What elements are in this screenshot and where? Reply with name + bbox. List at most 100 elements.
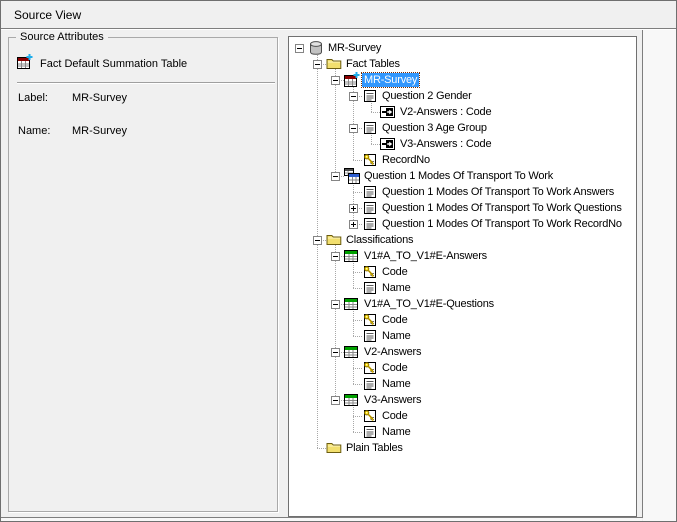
tree-row[interactable]: V2-Answers xyxy=(290,344,635,360)
tree-node-label[interactable]: MR-Survey xyxy=(362,73,419,87)
name-field-value: MR-Survey xyxy=(72,125,127,137)
tree-node-label[interactable]: Plain Tables xyxy=(344,441,405,455)
tree-row[interactable]: MR-Survey xyxy=(290,72,635,88)
tree-node-label[interactable]: V1#A_TO_V1#E-Answers xyxy=(362,249,489,263)
multi-table-icon xyxy=(344,168,360,184)
key-icon xyxy=(362,312,378,328)
list-icon xyxy=(362,280,378,296)
list-icon xyxy=(362,200,378,216)
list-icon xyxy=(362,328,378,344)
tree-node-label[interactable]: Question 2 Gender xyxy=(380,89,474,103)
fact-table-icon xyxy=(17,54,33,70)
list-icon xyxy=(362,184,378,200)
tree-node-label[interactable]: Question 1 Modes Of Transport To Work Qu… xyxy=(380,201,624,215)
list-icon xyxy=(362,216,378,232)
attributes-separator xyxy=(17,82,275,84)
tree-row[interactable]: Classifications xyxy=(290,232,635,248)
tree-row[interactable]: Code xyxy=(290,408,635,424)
expander-minus-icon[interactable] xyxy=(331,300,340,309)
tree-node-label[interactable]: RecordNo xyxy=(380,153,432,167)
tree-node-label[interactable]: Code xyxy=(380,313,410,327)
tree-row[interactable]: V1#A_TO_V1#E-Answers xyxy=(290,248,635,264)
class-table-icon xyxy=(344,344,360,360)
tree-node-label[interactable]: Question 1 Modes Of Transport To Work xyxy=(362,169,555,183)
folder-icon xyxy=(326,56,342,72)
source-attributes-groupbox xyxy=(8,37,278,512)
tree-row[interactable]: MR-Survey xyxy=(290,40,635,56)
expander-minus-icon[interactable] xyxy=(331,348,340,357)
tree-node-label[interactable]: V3-Answers xyxy=(362,393,423,407)
tree-node-label[interactable]: V2-Answers : Code xyxy=(398,105,493,119)
class-table-icon xyxy=(344,296,360,312)
tree-node-label[interactable]: Classifications xyxy=(344,233,415,247)
tree-node-label[interactable]: Name xyxy=(380,329,413,343)
tree-node-label[interactable]: Question 1 Modes Of Transport To Work Re… xyxy=(380,217,624,231)
tree-node-label[interactable]: MR-Survey xyxy=(326,41,383,55)
tree-node-label[interactable]: Question 3 Age Group xyxy=(380,121,489,135)
tree-row[interactable]: V3-Answers : Code xyxy=(290,136,635,152)
right-gutter xyxy=(643,30,676,521)
tree-node-label[interactable]: Question 1 Modes Of Transport To Work An… xyxy=(380,185,616,199)
source-view-window: Source View Source Attributes Fact Defau… xyxy=(0,0,677,522)
tree-row[interactable]: RecordNo xyxy=(290,152,635,168)
expander-minus-icon[interactable] xyxy=(331,252,340,261)
tree-row[interactable]: Question 3 Age Group xyxy=(290,120,635,136)
tree-row[interactable]: Code xyxy=(290,264,635,280)
expander-minus-icon[interactable] xyxy=(295,44,304,53)
class-table-icon xyxy=(344,248,360,264)
tree-node-label[interactable]: Fact Tables xyxy=(344,57,402,71)
tree-row[interactable]: Code xyxy=(290,360,635,376)
tree-node-label[interactable]: Code xyxy=(380,265,410,279)
arrow-into-icon xyxy=(380,104,396,120)
tree-row[interactable]: Plain Tables xyxy=(290,440,635,456)
tree-row[interactable]: Fact Tables xyxy=(290,56,635,72)
source-tree-content[interactable]: MR-Survey Fact Tables MR-Survey Question… xyxy=(290,38,635,515)
expander-minus-icon[interactable] xyxy=(313,236,322,245)
tree-row[interactable]: Name xyxy=(290,328,635,344)
expander-minus-icon[interactable] xyxy=(331,172,340,181)
tree-row[interactable]: Question 1 Modes Of Transport To Work Re… xyxy=(290,216,635,232)
tree-row[interactable]: V2-Answers : Code xyxy=(290,104,635,120)
tree-row[interactable]: Name xyxy=(290,424,635,440)
tree-node-label[interactable]: V1#A_TO_V1#E-Questions xyxy=(362,297,496,311)
tree-row[interactable]: Code xyxy=(290,312,635,328)
tree-row[interactable]: Name xyxy=(290,280,635,296)
tree-row[interactable]: V1#A_TO_V1#E-Questions xyxy=(290,296,635,312)
name-field-caption: Name: xyxy=(18,125,50,137)
tree-node-label[interactable]: V2-Answers xyxy=(362,345,423,359)
key-icon xyxy=(362,360,378,376)
expander-minus-icon[interactable] xyxy=(331,76,340,85)
tree-row[interactable]: Question 1 Modes Of Transport To Work Qu… xyxy=(290,200,635,216)
tree-node-label[interactable]: Name xyxy=(380,425,413,439)
tree-node-label[interactable]: Code xyxy=(380,361,410,375)
folder-icon xyxy=(326,440,342,456)
tree-row[interactable]: Question 2 Gender xyxy=(290,88,635,104)
bottom-gutter xyxy=(1,518,642,521)
list-icon xyxy=(362,424,378,440)
expander-plus-icon[interactable] xyxy=(349,204,358,213)
tree-row[interactable]: Name xyxy=(290,376,635,392)
tree-node-label[interactable]: Name xyxy=(380,377,413,391)
expander-minus-icon[interactable] xyxy=(349,124,358,133)
expander-minus-icon[interactable] xyxy=(313,60,322,69)
label-field-value: MR-Survey xyxy=(72,92,127,104)
tree-row[interactable]: Question 1 Modes Of Transport To Work xyxy=(290,168,635,184)
key-icon xyxy=(362,152,378,168)
tree-row[interactable]: Question 1 Modes Of Transport To Work An… xyxy=(290,184,635,200)
expander-minus-icon[interactable] xyxy=(331,396,340,405)
expander-plus-icon[interactable] xyxy=(349,220,358,229)
title-separator xyxy=(1,28,676,30)
fact-table-icon xyxy=(344,72,360,88)
group-title: Source Attributes xyxy=(16,31,108,43)
tree-node-label[interactable]: V3-Answers : Code xyxy=(398,137,493,151)
tree-row[interactable]: V3-Answers xyxy=(290,392,635,408)
tree-node-label[interactable]: Name xyxy=(380,281,413,295)
label-field-caption: Label: xyxy=(18,92,48,104)
tree-node-label[interactable]: Code xyxy=(380,409,410,423)
database-icon xyxy=(308,40,324,56)
list-icon xyxy=(362,88,378,104)
folder-icon xyxy=(326,232,342,248)
key-icon xyxy=(362,408,378,424)
source-tree[interactable]: MR-Survey Fact Tables MR-Survey Question… xyxy=(288,36,637,517)
expander-minus-icon[interactable] xyxy=(349,92,358,101)
